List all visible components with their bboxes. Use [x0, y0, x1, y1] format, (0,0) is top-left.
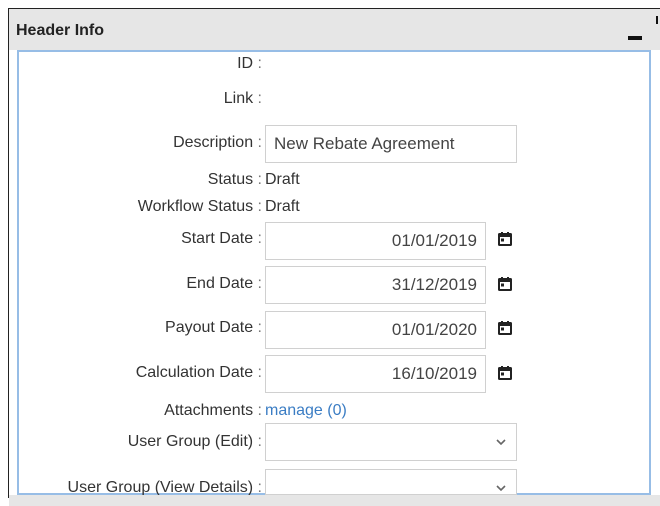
minimize-icon[interactable]: [628, 36, 642, 40]
attachments-manage-link[interactable]: manage (0): [265, 402, 347, 420]
chevron-down-icon: [496, 485, 506, 492]
attachments-label: Attachments :: [164, 402, 262, 419]
calendar-icon[interactable]: [497, 320, 513, 336]
payout-date-input[interactable]: 01/01/2020: [265, 311, 486, 349]
payout-date-label: Payout Date :: [165, 319, 262, 336]
window-edge-mark: [656, 16, 658, 24]
user-group-edit-select[interactable]: [265, 423, 517, 461]
calendar-icon[interactable]: [497, 365, 513, 381]
calendar-icon[interactable]: [497, 231, 513, 247]
status-label: Status :: [207, 171, 262, 188]
id-label: ID :: [237, 55, 262, 72]
header-title: Header Info: [16, 22, 105, 39]
end-date-label: End Date :: [186, 275, 262, 292]
calendar-icon[interactable]: [497, 276, 513, 292]
status-value: Draft: [265, 171, 300, 188]
header-bar: [9, 9, 660, 50]
start-date-input[interactable]: 01/01/2019: [265, 222, 486, 260]
end-date-input[interactable]: 31/12/2019: [265, 266, 486, 304]
start-date-label: Start Date :: [181, 230, 262, 247]
workflow-status-label: Workflow Status :: [137, 198, 262, 215]
link-label: Link :: [223, 90, 262, 107]
description-label: Description :: [173, 134, 262, 151]
calculation-date-label: Calculation Date :: [135, 364, 262, 381]
bottom-scroll-area: [9, 495, 660, 506]
workflow-status-value: Draft: [265, 198, 300, 215]
user-group-view-select[interactable]: [265, 469, 517, 495]
calculation-date-input[interactable]: 16/10/2019: [265, 355, 486, 393]
description-input[interactable]: New Rebate Agreement: [265, 125, 517, 163]
chevron-down-icon: [496, 439, 506, 446]
user-group-edit-label: User Group (Edit) :: [127, 433, 262, 450]
